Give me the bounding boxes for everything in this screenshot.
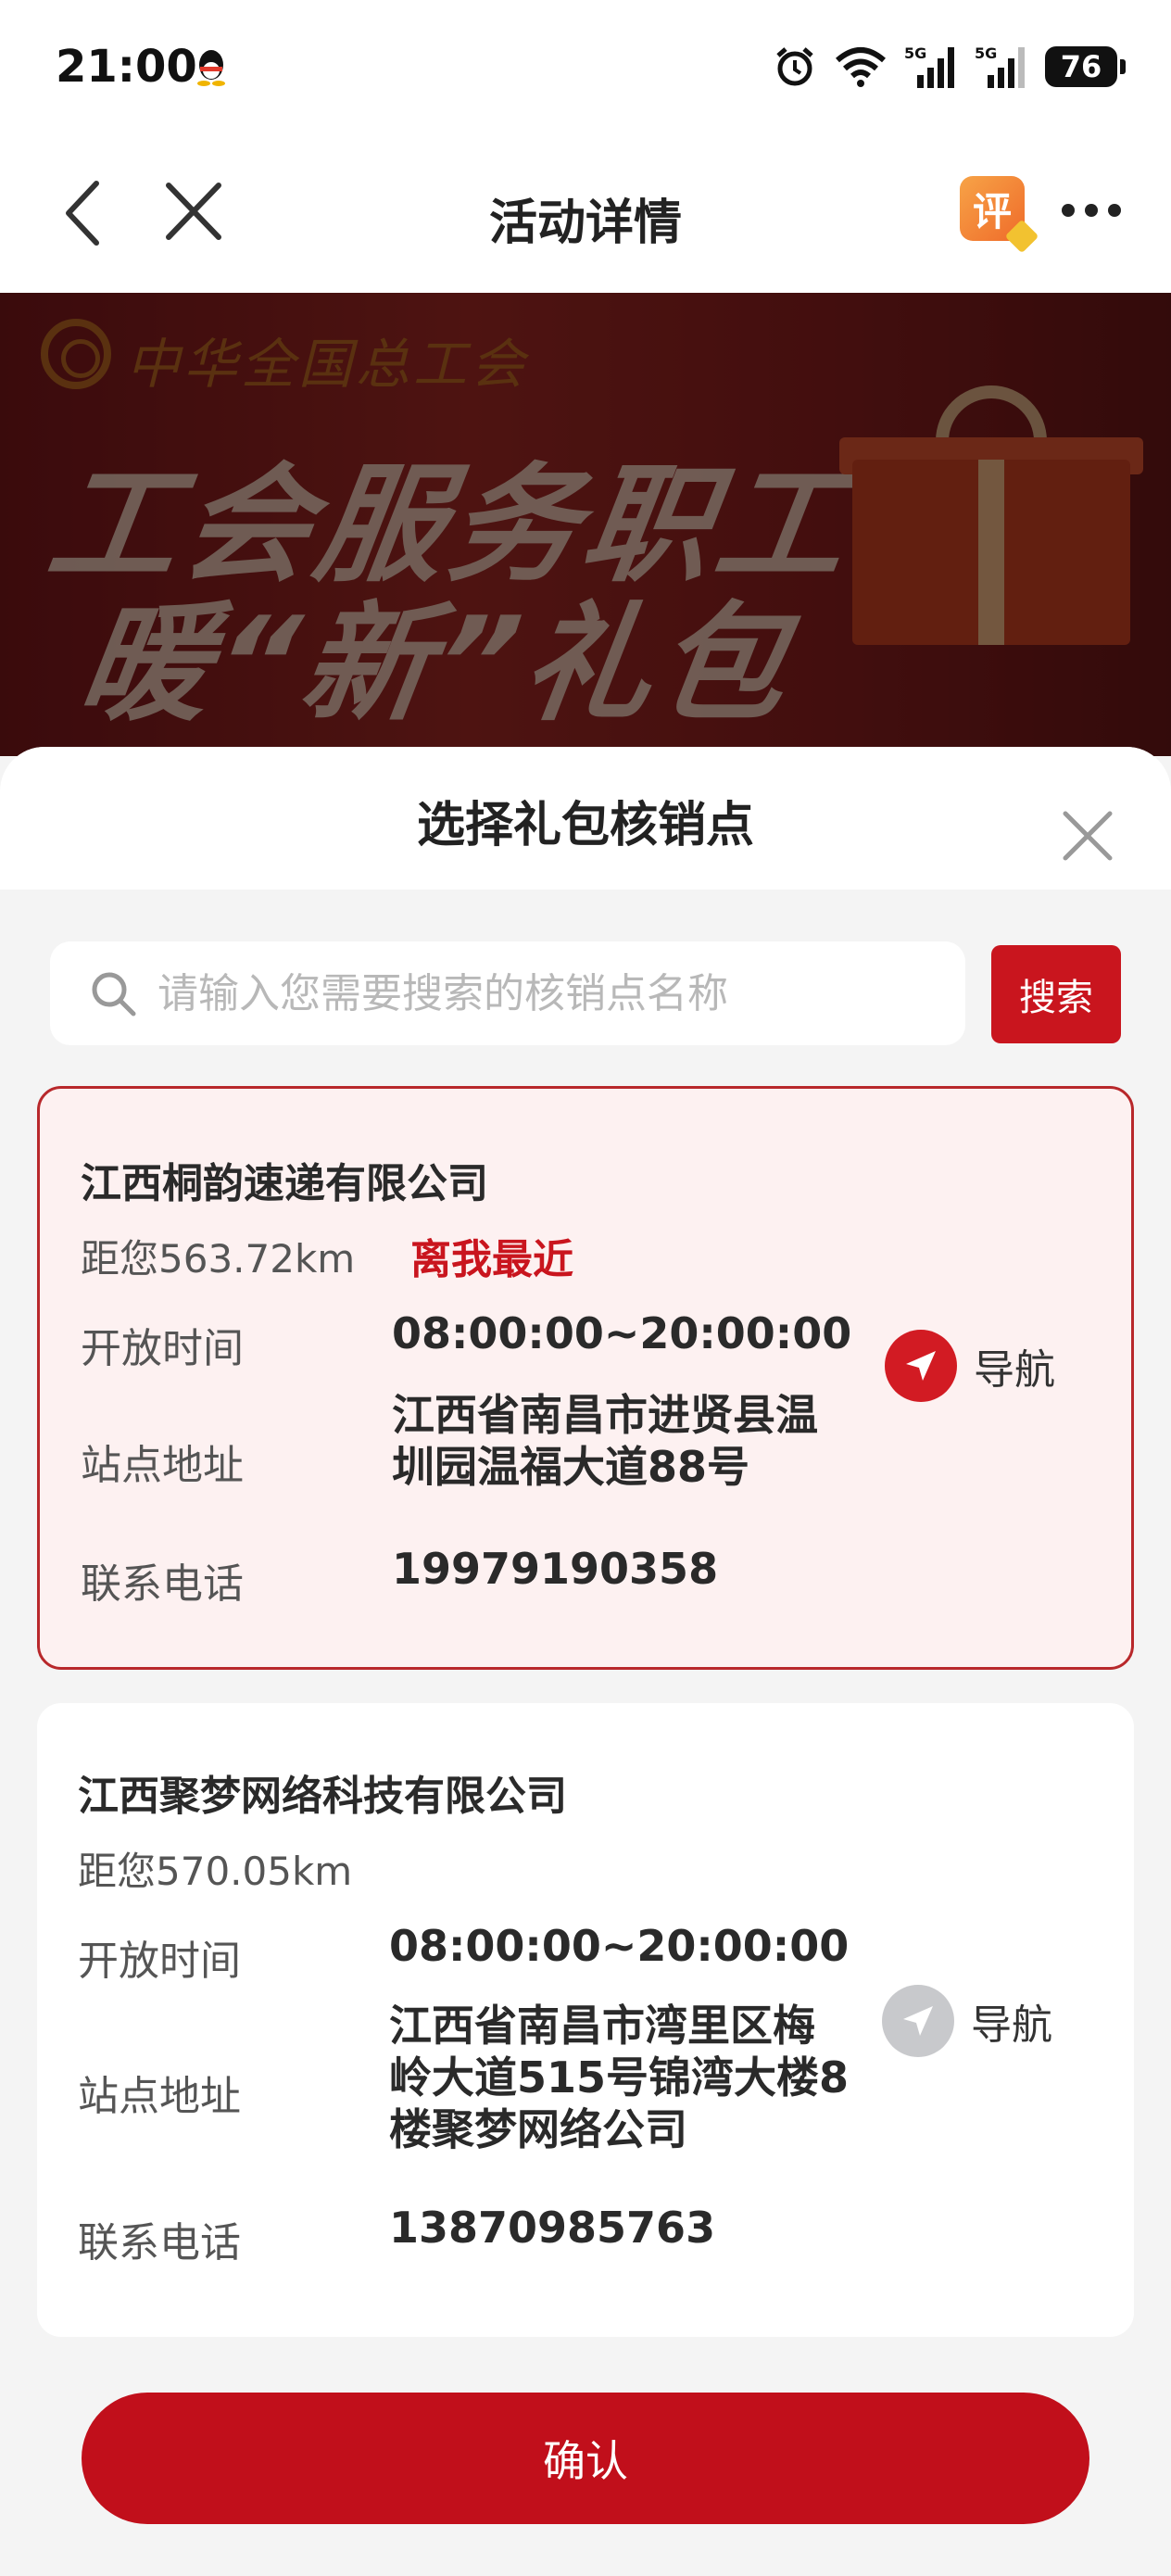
phone-value: 13870985763 — [389, 2203, 716, 2253]
signal-5g-icon: 5G — [904, 44, 954, 88]
nearest-badge: 离我最近 — [410, 1236, 573, 1283]
rate-button[interactable]: 评 — [960, 176, 1039, 254]
hours-value: 08:00:00~20:00:00 — [392, 1308, 852, 1358]
pickup-point-name: 江西聚梦网络科技有限公司 — [78, 1773, 567, 1820]
address-label: 站点地址 — [81, 1442, 244, 1489]
sheet-close-icon[interactable] — [1060, 808, 1115, 864]
modal-overlay[interactable] — [0, 293, 1171, 756]
signal-5g-icon-2: 5G — [975, 44, 1025, 88]
confirm-button[interactable]: 确认 — [82, 2393, 1089, 2524]
qq-icon — [197, 50, 225, 86]
phone-label: 联系电话 — [78, 2219, 241, 2267]
pickup-point-sheet: 选择礼包核销点 搜索 江西桐韵速递有限公司 距您563.72km 离我最近 开放… — [0, 747, 1171, 2576]
phone-value: 19979190358 — [392, 1544, 719, 1594]
battery-indicator: 76 — [1045, 46, 1126, 87]
status-icons: 5G 5G 76 — [773, 41, 1126, 93]
pickup-point-distance: 距您570.05km — [78, 1849, 353, 1894]
phone-label: 联系电话 — [81, 1560, 244, 1608]
rate-label: 评 — [972, 188, 1012, 234]
svg-text:5G: 5G — [904, 44, 926, 62]
svg-text:5G: 5G — [975, 44, 997, 62]
address-label: 站点地址 — [78, 2073, 241, 2120]
alarm-icon — [776, 47, 813, 86]
pickup-point-card[interactable]: 江西桐韵速递有限公司 距您563.72km 离我最近 开放时间 08:00:00… — [37, 1086, 1134, 1670]
pickup-point-name: 江西桐韵速递有限公司 — [81, 1160, 488, 1207]
hours-label: 开放时间 — [81, 1325, 244, 1372]
more-options-button[interactable] — [1062, 204, 1121, 222]
navigate-button[interactable]: 导航 — [882, 1979, 1104, 2063]
hours-value: 08:00:00~20:00:00 — [389, 1921, 850, 1971]
pickup-point-distance: 距您563.72km — [81, 1236, 356, 1282]
navigate-button[interactable]: 导航 — [885, 1324, 1107, 1408]
navigate-arrow-icon — [885, 1330, 957, 1402]
address-value: 江西省南昌市湾里区梅岭大道515号锦湾大楼8楼聚梦网络公司 — [389, 2001, 850, 2154]
sheet-title: 选择礼包核销点 — [416, 798, 754, 853]
status-time: 21:00 — [56, 41, 197, 93]
navigate-arrow-icon — [882, 1985, 954, 2057]
navigation-bar: 活动详情 评 — [0, 139, 1171, 293]
navigate-label: 导航 — [974, 1346, 1055, 1394]
pickup-point-card[interactable]: 江西聚梦网络科技有限公司 距您570.05km 开放时间 08:00:00~20… — [37, 1703, 1134, 2337]
address-value: 江西省南昌市进贤县温圳园温福大道88号 — [392, 1390, 818, 1492]
navigate-label: 导航 — [971, 2001, 1052, 2049]
sheet-header: 选择礼包核销点 — [0, 747, 1171, 890]
hours-label: 开放时间 — [78, 1938, 241, 1985]
wifi-icon — [836, 47, 886, 87]
search-box — [50, 941, 965, 1045]
search-icon — [92, 972, 136, 1017]
status-bar: 21:00 5G 5G 76 — [0, 0, 1171, 139]
search-button[interactable]: 搜索 — [991, 945, 1121, 1043]
more-dot-icon — [1108, 204, 1121, 217]
more-dot-icon — [1085, 204, 1098, 217]
search-input[interactable] — [157, 941, 945, 1045]
more-dot-icon — [1062, 204, 1075, 217]
